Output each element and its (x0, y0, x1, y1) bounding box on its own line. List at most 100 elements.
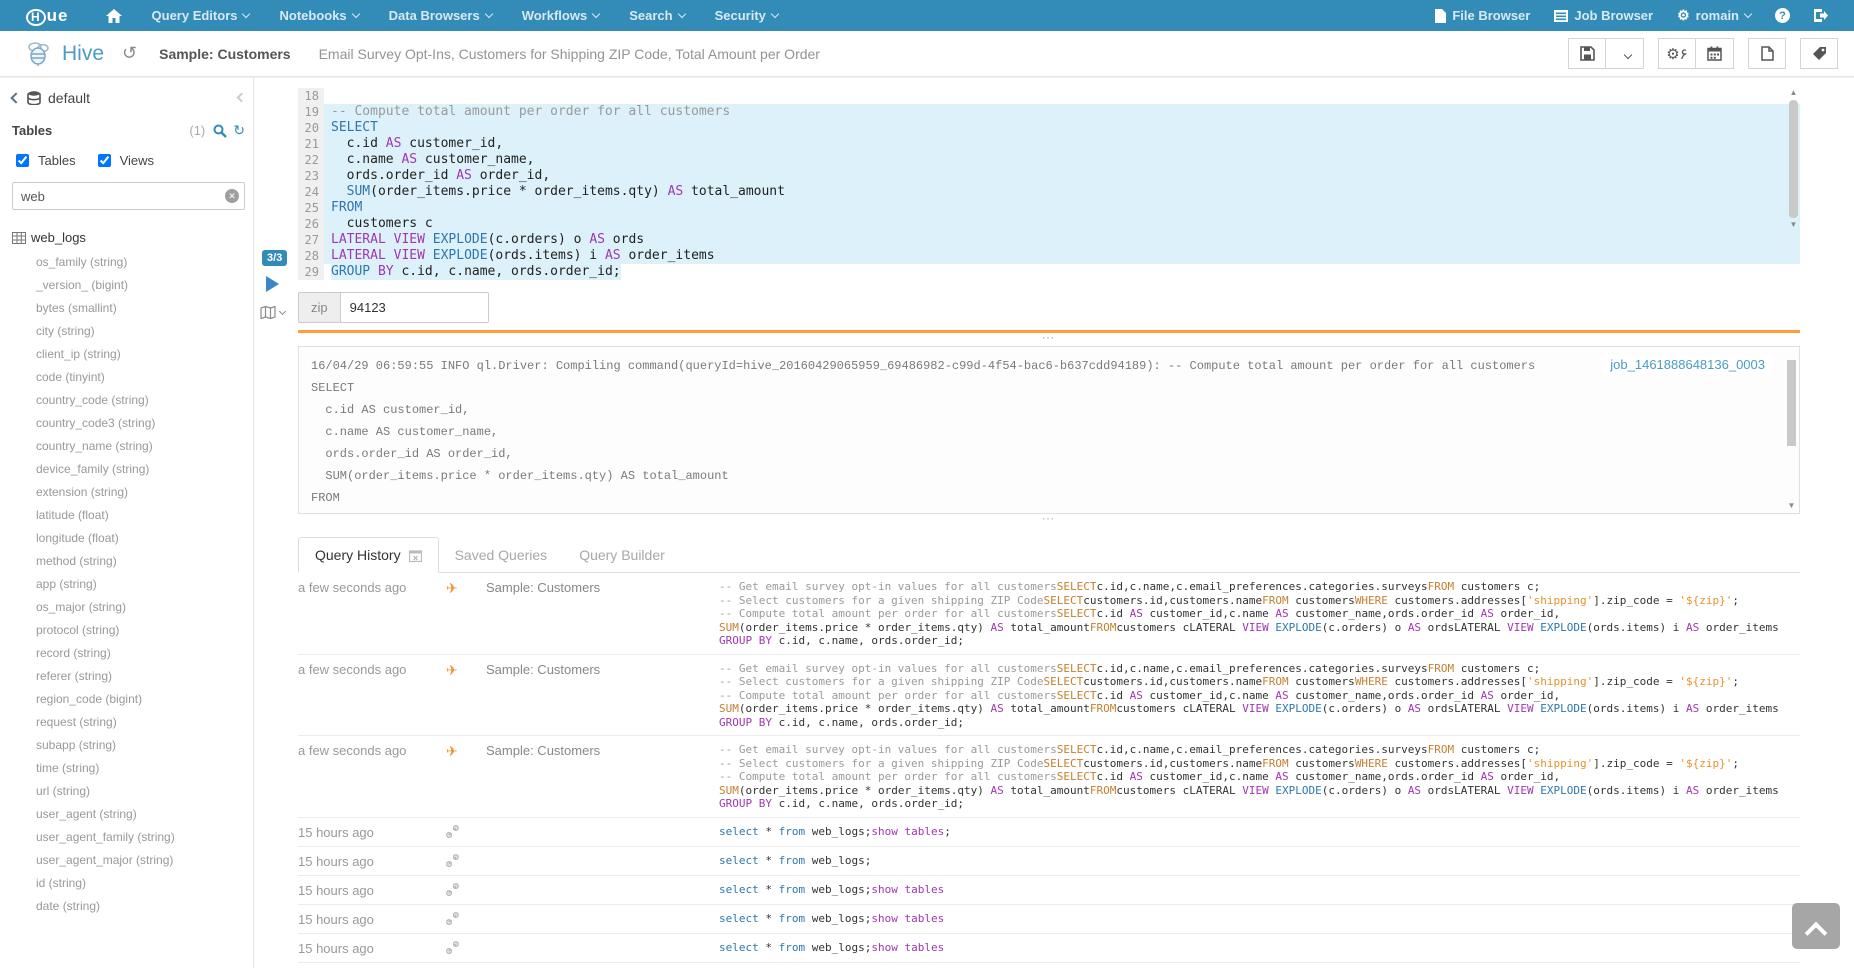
query-history-table: a few seconds ago✈Sample: Customers-- Ge… (298, 573, 1800, 963)
nav-menu-workflows[interactable]: Workflows (507, 0, 615, 31)
table-column[interactable]: country_name (string) (12, 435, 245, 458)
editor-scrollbar[interactable]: ▲ ▼ (1787, 88, 1800, 280)
app-name: Hive (62, 42, 104, 66)
history-row[interactable]: 15 hours agoselect * from web_logs;show … (298, 818, 1800, 847)
history-row[interactable]: a few seconds ago✈Sample: Customers-- Ge… (298, 573, 1800, 655)
table-column[interactable]: os_family (string) (12, 251, 245, 274)
table-filter-input[interactable] (12, 182, 245, 210)
history-row[interactable]: 15 hours agoselect * from web_logs;show … (298, 876, 1800, 905)
table-column[interactable]: method (string) (12, 550, 245, 573)
functions-panel-button[interactable] (260, 306, 285, 319)
table-column[interactable]: region_code (bigint) (12, 688, 245, 711)
statement-counter-badge: 3/3 (262, 250, 287, 266)
clear-filter-icon[interactable]: ✕ (225, 189, 239, 203)
table-column[interactable]: user_agent (string) (12, 803, 245, 826)
nav-menu-query-editors[interactable]: Query Editors (137, 0, 265, 31)
history-tabs: Query HistorySaved QueriesQuery Builder (298, 535, 1800, 573)
log-line: customers c (311, 509, 1775, 514)
code-line: 29GROUP BY c.id, c.name, ords.order_id; (298, 264, 1800, 280)
code-line: 24 SUM(order_items.price * order_items.q… (298, 184, 1800, 200)
table-column[interactable]: id (string) (12, 872, 245, 895)
table-column[interactable]: longitude (float) (12, 527, 245, 550)
table-column[interactable]: device_family (string) (12, 458, 245, 481)
unlink-icon (446, 825, 459, 838)
table-column[interactable]: os_major (string) (12, 596, 245, 619)
table-column[interactable]: extension (string) (12, 481, 245, 504)
table-column[interactable]: app (string) (12, 573, 245, 596)
history-sql-preview: -- Get email survey opt-in values for al… (719, 743, 1800, 811)
table-item[interactable]: web_logs (12, 230, 245, 245)
table-column[interactable]: latitude (float) (12, 504, 245, 527)
history-sql-preview: select * from web_logs;show tables (719, 912, 1800, 927)
database-name[interactable]: default (48, 90, 90, 106)
table-column[interactable]: client_ip (string) (12, 343, 245, 366)
resize-handle[interactable]: ⋯ (298, 514, 1800, 527)
table-column[interactable]: user_agent_family (string) (12, 826, 245, 849)
user-menu[interactable]: ⚙ romain (1665, 0, 1763, 31)
tab-saved-queries[interactable]: Saved Queries (439, 538, 564, 572)
paper-plane-icon: ✈ (446, 743, 458, 759)
table-column[interactable]: url (string) (12, 780, 245, 803)
table-column[interactable]: record (string) (12, 642, 245, 665)
history-icon[interactable]: ↺ (122, 43, 137, 64)
nav-menu-data-browsers[interactable]: Data Browsers (374, 0, 507, 31)
code-line: 27LATERAL VIEW EXPLODE(c.orders) o AS or… (298, 232, 1800, 248)
job-browser-link[interactable]: Job Browser (1542, 0, 1665, 31)
scroll-top-button[interactable] (1792, 903, 1840, 949)
logout-button[interactable] (1802, 0, 1840, 31)
history-row[interactable]: 15 hours agoselect * from web_logs;show … (298, 934, 1800, 963)
table-column[interactable]: protocol (string) (12, 619, 245, 642)
execute-button[interactable] (266, 276, 279, 292)
table-column[interactable]: subapp (string) (12, 734, 245, 757)
log-scrollbar[interactable]: ▼ (1785, 348, 1798, 512)
variable-input[interactable] (341, 292, 489, 323)
save-button[interactable] (1568, 38, 1606, 69)
tables-checkbox[interactable] (16, 154, 29, 167)
table-column[interactable]: user_agent_major (string) (12, 849, 245, 872)
code-editor[interactable]: 18 19-- Compute total amount per order f… (298, 88, 1800, 280)
tab-query-history[interactable]: Query History (298, 537, 439, 573)
help-button[interactable]: ? (1763, 0, 1802, 31)
table-column[interactable]: time (string) (12, 757, 245, 780)
code-line: 25FROM (298, 200, 1800, 216)
tags-button[interactable] (1800, 38, 1838, 69)
table-column[interactable]: country_code (string) (12, 389, 245, 412)
history-row[interactable]: a few seconds ago✈Sample: Customers-- Ge… (298, 736, 1800, 818)
job-link[interactable]: job_1461888648136_0003 (1602, 355, 1773, 374)
table-column[interactable]: _version_ (bigint) (12, 274, 245, 297)
settings-button[interactable]: ⚙۶ (1658, 38, 1696, 69)
hue-logo[interactable]: HHUEue (0, 6, 91, 26)
hive-logo-icon (24, 41, 54, 67)
nav-menu-security[interactable]: Security (700, 0, 793, 31)
history-row[interactable]: 15 hours agoselect * from web_logs; (298, 847, 1800, 876)
new-document-button[interactable] (1748, 38, 1786, 69)
table-column[interactable]: request (string) (12, 711, 245, 734)
table-column[interactable]: city (string) (12, 320, 245, 343)
refresh-icon[interactable]: ↻ (233, 122, 245, 139)
table-name: web_logs (31, 230, 86, 245)
code-line: 23 ords.order_id AS order_id, (298, 168, 1800, 184)
nav-menu-search[interactable]: Search (614, 0, 699, 31)
schedule-button[interactable] (1696, 38, 1734, 69)
tables-header: Tables (12, 123, 52, 138)
history-sql-preview: select * from web_logs;show tables; (719, 825, 1800, 840)
save-dropdown-button[interactable] (1606, 38, 1644, 69)
table-column[interactable]: code (tinyint) (12, 366, 245, 389)
nav-menu-notebooks[interactable]: Notebooks (264, 0, 373, 31)
search-icon[interactable] (213, 124, 227, 138)
tab-query-builder[interactable]: Query Builder (563, 538, 681, 572)
history-row[interactable]: 15 hours agoselect * from web_logs;show … (298, 905, 1800, 934)
table-column[interactable]: country_code3 (string) (12, 412, 245, 435)
table-column[interactable]: referer (string) (12, 665, 245, 688)
table-column[interactable]: bytes (smallint) (12, 297, 245, 320)
back-icon[interactable] (10, 92, 21, 103)
views-checkbox[interactable] (98, 154, 111, 167)
resize-handle[interactable]: ⋯ (298, 333, 1800, 346)
calendar-clear-icon[interactable] (409, 549, 422, 562)
table-column[interactable]: date (string) (12, 895, 245, 918)
calendar-icon (1707, 46, 1722, 61)
file-browser-link[interactable]: File Browser (1423, 0, 1542, 31)
history-row[interactable]: a few seconds ago✈Sample: Customers-- Ge… (298, 655, 1800, 737)
home-icon[interactable] (91, 0, 137, 31)
history-sql-preview: -- Get email survey opt-in values for al… (719, 580, 1800, 648)
